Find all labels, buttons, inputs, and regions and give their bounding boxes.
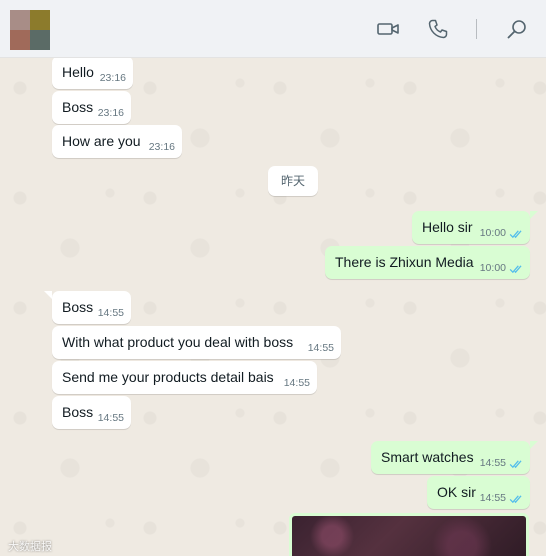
- message-time: 23:16: [99, 72, 126, 84]
- message-text: OK sir: [437, 484, 476, 500]
- message-time: 14:55: [479, 457, 506, 469]
- message-text: There is Zhixun Media: [335, 254, 474, 270]
- message-text: How are you: [62, 133, 141, 149]
- bubble-tail: [530, 211, 538, 219]
- message-text: Smart watches: [381, 449, 474, 465]
- avatar-tile: [10, 30, 30, 50]
- message-time: 23:16: [97, 107, 124, 119]
- date-separator: 昨天: [268, 166, 318, 196]
- message-text: With what product you deal with boss: [62, 334, 294, 350]
- contact-avatar[interactable]: [10, 10, 50, 50]
- voice-call-icon[interactable]: [426, 17, 450, 41]
- avatar-tile: [30, 10, 50, 30]
- message-time: 23:16: [148, 141, 175, 153]
- message-bubble-incoming[interactable]: Boss 14:55: [52, 291, 131, 324]
- message-text: Boss: [62, 299, 94, 315]
- message-bubble-incoming[interactable]: Hello 23:16: [52, 58, 133, 89]
- message-time: 14:55: [97, 412, 124, 424]
- read-receipt-icon: [509, 265, 522, 274]
- message-time: 14:55: [479, 492, 506, 504]
- search-icon[interactable]: [505, 17, 529, 41]
- message-text: Send me your products detail bais: [62, 369, 274, 385]
- bubble-tail: [530, 441, 538, 449]
- message-time: 14:55: [283, 377, 310, 389]
- header-divider: [476, 19, 477, 39]
- read-receipt-icon: [509, 460, 522, 469]
- message-bubble-incoming[interactable]: Boss 23:16: [52, 91, 131, 124]
- watermark-text: 大数据报: [8, 540, 52, 553]
- avatar-tile: [10, 10, 30, 30]
- message-bubble-incoming[interactable]: Boss 14:55: [52, 396, 131, 429]
- message-text: Hello sir: [422, 219, 473, 235]
- message-text: Boss: [62, 404, 94, 420]
- bubble-tail: [44, 291, 52, 299]
- message-time: 10:00: [479, 262, 506, 274]
- message-time: 14:55: [97, 307, 124, 319]
- message-bubble-outgoing[interactable]: Hello sir 10:00: [412, 211, 530, 244]
- message-text: Hello: [62, 64, 94, 80]
- message-bubble-outgoing[interactable]: Smart watches 14:55: [371, 441, 530, 474]
- message-list[interactable]: Hello 23:16 Boss 23:16 How are you 23:16…: [0, 58, 546, 556]
- image-message-thumbnail[interactable]: [289, 513, 529, 556]
- message-bubble-incoming[interactable]: Send me your products detail bais 14:55: [52, 361, 317, 394]
- message-bubble-incoming[interactable]: How are you 23:16: [52, 125, 182, 158]
- chat-header: [0, 0, 546, 58]
- message-text: Boss: [62, 99, 94, 115]
- message-bubble-incoming[interactable]: With what product you deal with boss 14:…: [52, 326, 341, 359]
- avatar-tile: [30, 30, 50, 50]
- message-bubble-outgoing[interactable]: There is Zhixun Media 10:00: [325, 246, 530, 279]
- read-receipt-icon: [509, 230, 522, 239]
- read-receipt-icon: [509, 495, 522, 504]
- video-call-icon[interactable]: [376, 17, 400, 41]
- message-bubble-outgoing[interactable]: OK sir 14:55: [427, 476, 530, 509]
- message-time: 14:55: [307, 342, 334, 354]
- message-time: 10:00: [479, 227, 506, 239]
